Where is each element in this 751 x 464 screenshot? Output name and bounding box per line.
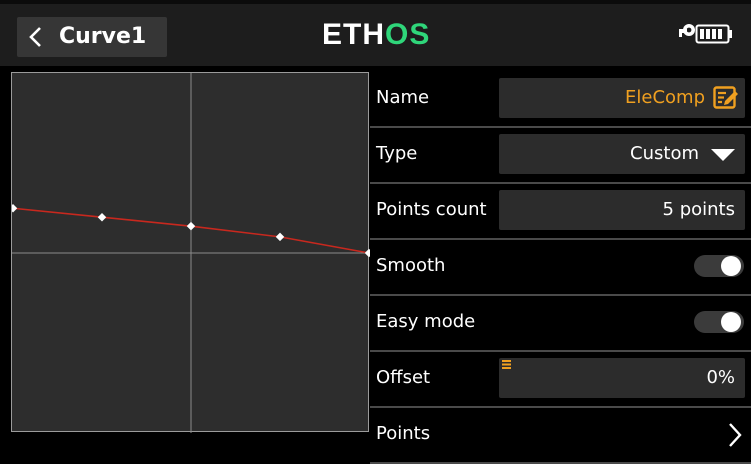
points-count-field[interactable]: 5 points — [499, 190, 745, 230]
type-dropdown[interactable]: Custom — [499, 134, 745, 174]
name-value: EleComp — [625, 87, 705, 108]
top-strip — [0, 0, 751, 4]
smooth-toggle[interactable] — [694, 255, 744, 277]
back-button[interactable]: Curve1 — [17, 17, 167, 57]
page-title: Curve1 — [59, 24, 147, 49]
type-label: Type — [376, 143, 418, 164]
menu-lines-icon — [502, 360, 511, 369]
smooth-label: Smooth — [376, 255, 446, 276]
name-row: Name EleComp — [370, 72, 751, 128]
easy-mode-toggle-knob — [721, 312, 741, 332]
easy-mode-toggle[interactable] — [694, 311, 744, 333]
edit-icon — [713, 86, 738, 109]
top-bar: Curve1 ETHOS — [0, 0, 751, 66]
type-value: Custom — [630, 143, 699, 164]
smooth-toggle-knob — [721, 256, 741, 276]
curve-plot — [12, 73, 370, 433]
points-count-value: 5 points — [662, 199, 735, 220]
chevron-left-icon — [29, 27, 41, 47]
logo-main-text: ETH — [322, 18, 385, 51]
ethos-logo: ETHOS — [322, 20, 430, 50]
curve-point-3[interactable] — [186, 221, 196, 231]
points-count-row: Points count 5 points — [370, 184, 751, 240]
key-icon — [679, 24, 695, 37]
points-label: Points — [376, 423, 431, 444]
logo-accent-text: OS — [385, 18, 431, 51]
offset-row: Offset 0% — [370, 352, 751, 408]
easy-mode-label: Easy mode — [376, 311, 476, 332]
easy-mode-row: Easy mode — [370, 296, 751, 352]
battery-icon — [695, 24, 732, 44]
dropdown-triangle-icon — [711, 149, 735, 161]
curve-point-4[interactable] — [275, 232, 285, 242]
curve-point-1[interactable] — [12, 204, 18, 213]
name-field[interactable]: EleComp — [499, 78, 745, 118]
smooth-row: Smooth — [370, 240, 751, 296]
points-row[interactable]: Points — [370, 408, 751, 464]
chevron-right-icon — [729, 423, 742, 447]
offset-label: Offset — [376, 367, 431, 388]
curve-graph[interactable] — [11, 72, 370, 433]
curve-point-2[interactable] — [97, 212, 107, 222]
offset-field[interactable]: 0% — [499, 358, 745, 398]
name-label: Name — [376, 87, 430, 108]
offset-value: 0% — [706, 367, 735, 388]
type-row: Type Custom — [370, 128, 751, 184]
points-count-label: Points count — [376, 199, 487, 220]
